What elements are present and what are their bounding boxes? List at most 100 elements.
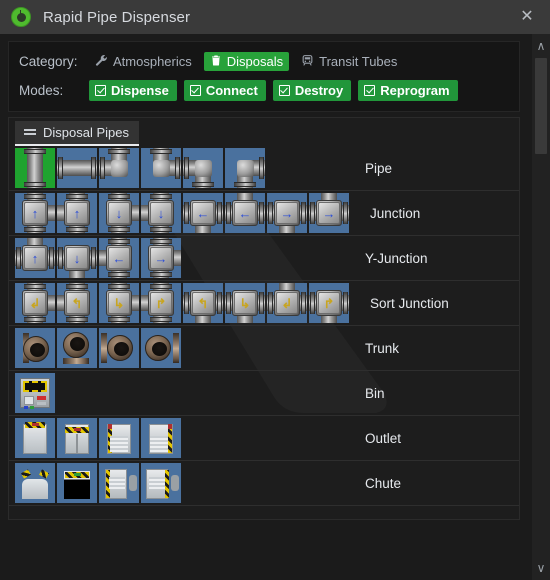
table-row: Pipe — [9, 146, 519, 191]
table-row: ↑ ↓ ← → Y-Junction — [9, 236, 519, 281]
item-junction-left-1[interactable]: ← — [183, 193, 223, 233]
item-pipe-elbow-1[interactable] — [99, 148, 139, 188]
row-label-yjunction: Y-Junction — [365, 250, 428, 266]
close-icon[interactable]: ✕ — [514, 4, 540, 30]
row-cells-junction: ↑ ↑ ↓ ↓ ← ← → → — [15, 193, 351, 233]
item-junction-up-1[interactable]: ↑ — [15, 193, 55, 233]
row-cells-pipe — [15, 148, 267, 188]
row-cells-yjunction: ↑ ↓ ← → — [15, 238, 183, 278]
table-row: ↲ ↰ ↳ ↱ ↰ ↳ ↲ ↱ Sort Junction — [9, 281, 519, 326]
mode-destroy-label: Destroy — [294, 83, 344, 98]
vertical-scrollbar[interactable]: ∧ ∨ — [532, 34, 550, 580]
item-trunk-4[interactable] — [141, 328, 181, 368]
row-label-trunk: Trunk — [365, 340, 400, 356]
category-atmospherics-label: Atmospherics — [113, 54, 192, 69]
item-chute-3[interactable] — [99, 463, 139, 503]
row-cells-chute — [15, 463, 183, 503]
mode-connect[interactable]: Connect — [183, 80, 266, 101]
category-disposals[interactable]: Disposals — [203, 52, 290, 71]
table-row: Bin — [9, 371, 519, 416]
category-transit-tubes-label: Transit Tubes — [319, 54, 398, 69]
item-sort-junction-5[interactable]: ↰ — [183, 283, 223, 323]
title-bar: Rapid Pipe Dispenser ✕ — [0, 0, 550, 34]
row-cells-trunk — [15, 328, 183, 368]
menu-lines-icon — [24, 128, 36, 137]
item-outlet-1[interactable] — [15, 418, 55, 458]
item-junction-left-2[interactable]: ← — [225, 193, 265, 233]
scrollbar-track[interactable] — [532, 58, 550, 556]
row-label-junction: Junction — [370, 205, 421, 221]
item-sort-junction-3[interactable]: ↳ — [99, 283, 139, 323]
tram-icon — [301, 54, 314, 69]
row-label-chute: Chute — [365, 475, 402, 491]
item-pipe-straight-horizontal[interactable] — [57, 148, 97, 188]
checkbox-checked-icon — [364, 85, 376, 96]
item-junction-up-2[interactable]: ↑ — [57, 193, 97, 233]
mode-reprogram[interactable]: Reprogram — [358, 80, 458, 101]
table-row: Chute — [9, 461, 519, 506]
item-yjunction-down[interactable]: ↓ — [57, 238, 97, 278]
mode-dispense-label: Dispense — [111, 83, 169, 98]
tab-disposal-pipes-label: Disposal Pipes — [43, 125, 129, 140]
item-junction-right-1[interactable]: → — [267, 193, 307, 233]
row-label-bin: Bin — [365, 385, 385, 401]
wrench-icon — [95, 54, 108, 69]
item-chute-2[interactable] — [57, 463, 97, 503]
row-label-outlet: Outlet — [365, 430, 402, 446]
trash-bin-icon — [210, 54, 222, 69]
category-label: Category: — [19, 54, 78, 69]
modes-label: Modes: — [19, 83, 64, 98]
item-outlet-3[interactable] — [99, 418, 139, 458]
checkbox-checked-icon — [189, 85, 201, 96]
item-outlet-4[interactable] — [141, 418, 181, 458]
mode-connect-label: Connect — [205, 83, 258, 98]
category-disposals-label: Disposals — [226, 54, 284, 69]
item-pipe-straight-vertical[interactable] — [15, 148, 55, 188]
mode-dispense[interactable]: Dispense — [89, 80, 177, 101]
item-yjunction-up[interactable]: ↑ — [15, 238, 55, 278]
rapid-pipe-dispenser-window: Rapid Pipe Dispenser ✕ Category: Atmosph… — [0, 0, 550, 580]
modes-row: Modes: Dispense Connect Destroy Reprogra… — [19, 79, 509, 102]
item-rows: Pipe ↑ ↑ ↓ ↓ ← ← → → Junction ↑ ↓ ← → Y-… — [9, 146, 519, 506]
window-body: Category: Atmospherics Disposals Transit… — [0, 34, 550, 580]
item-pipe-elbow-4[interactable] — [225, 148, 265, 188]
item-sort-junction-8[interactable]: ↱ — [309, 283, 349, 323]
item-junction-down-2[interactable]: ↓ — [141, 193, 181, 233]
item-chute-4[interactable] — [141, 463, 181, 503]
table-row: Trunk — [9, 326, 519, 371]
item-junction-down-1[interactable]: ↓ — [99, 193, 139, 233]
item-bin-1[interactable] — [15, 373, 55, 413]
category-atmospherics[interactable]: Atmospherics — [89, 52, 198, 71]
item-yjunction-right[interactable]: → — [141, 238, 181, 278]
item-sort-junction-1[interactable]: ↲ — [15, 283, 55, 323]
scroll-up-icon[interactable]: ∧ — [532, 34, 550, 58]
mode-reprogram-label: Reprogram — [380, 83, 450, 98]
item-sort-junction-4[interactable]: ↱ — [141, 283, 181, 323]
item-trunk-1[interactable] — [15, 328, 55, 368]
item-sort-junction-2[interactable]: ↰ — [57, 283, 97, 323]
checkbox-checked-icon — [278, 85, 290, 96]
checkbox-checked-icon — [95, 85, 106, 96]
page-title: Rapid Pipe Dispenser — [43, 8, 191, 26]
item-pipe-elbow-2[interactable] — [141, 148, 181, 188]
item-yjunction-left[interactable]: ← — [99, 238, 139, 278]
tab-bar: Disposal Pipes — [9, 118, 519, 146]
scroll-down-icon[interactable]: ∨ — [532, 556, 550, 580]
table-row: ↑ ↑ ↓ ↓ ← ← → → Junction — [9, 191, 519, 236]
tab-disposal-pipes[interactable]: Disposal Pipes — [15, 121, 139, 146]
item-trunk-2[interactable] — [57, 328, 97, 368]
content-panel: Disposal Pipes Pipe ↑ ↑ ↓ ↓ ← ← → → Junc… — [8, 117, 520, 520]
row-label-pipe: Pipe — [365, 160, 393, 176]
item-pipe-elbow-3[interactable] — [183, 148, 223, 188]
item-trunk-3[interactable] — [99, 328, 139, 368]
item-outlet-2[interactable] — [57, 418, 97, 458]
category-transit-tubes[interactable]: Transit Tubes — [295, 52, 403, 71]
item-sort-junction-6[interactable]: ↳ — [225, 283, 265, 323]
scrollbar-thumb[interactable] — [535, 58, 547, 154]
category-row: Category: Atmospherics Disposals Transit… — [19, 50, 509, 73]
mode-destroy[interactable]: Destroy — [272, 80, 352, 101]
item-sort-junction-7[interactable]: ↲ — [267, 283, 307, 323]
item-chute-1[interactable] — [15, 463, 55, 503]
row-label-sort-junction: Sort Junction — [370, 295, 449, 311]
item-junction-right-2[interactable]: → — [309, 193, 349, 233]
